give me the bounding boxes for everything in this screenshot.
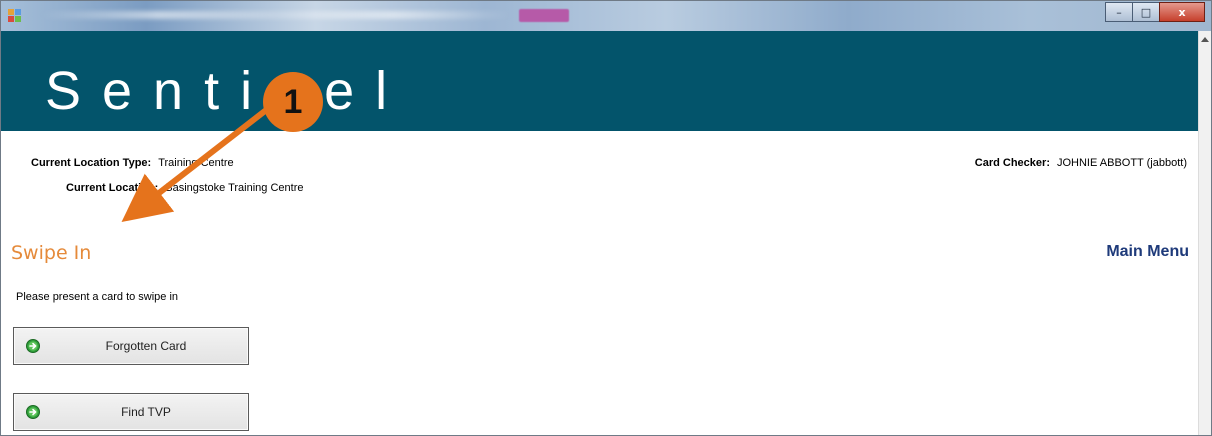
application-window: – □ x Sentinel Current Location Type: Tra… — [0, 0, 1212, 436]
annotation-marker-number: 1 — [283, 83, 303, 121]
forgotten-card-label: Forgotten Card — [105, 339, 187, 353]
find-tvp-label: Find TVP — [121, 405, 171, 419]
brand-logo-text: Sentinel — [45, 61, 409, 121]
scroll-up-arrow-icon[interactable] — [1201, 37, 1209, 42]
card-checker-label: Card Checker: — [974, 157, 1050, 169]
window-title-tag-obscured — [519, 9, 569, 22]
maximize-button[interactable]: □ — [1132, 2, 1160, 22]
window-title-obscured — [41, 11, 511, 19]
forgotten-card-button[interactable]: Forgotten Card — [13, 327, 249, 365]
location-label: Current Location: — [66, 182, 159, 194]
swipe-prompt-text: Please present a card to swipe in — [16, 291, 179, 303]
page-title: Swipe In — [11, 242, 92, 264]
location-value: Basingstoke Training Centre — [165, 182, 304, 194]
card-checker-value: JOHNIE ABBOTT (jabbott) — [1056, 157, 1187, 169]
main-menu-link[interactable]: Main Menu — [1106, 243, 1189, 261]
vertical-scrollbar[interactable] — [1198, 31, 1211, 435]
location-type-row: Current Location Type: Training Centre — [31, 157, 234, 169]
window-controls: – □ x — [1105, 2, 1205, 22]
app-icon — [8, 9, 21, 22]
find-tvp-button[interactable]: Find TVP — [13, 393, 249, 431]
location-type-value: Training Centre — [158, 157, 234, 169]
location-row: Current Location: Basingstoke Training Ce… — [66, 182, 303, 194]
card-checker-row: Card Checker: JOHNIE ABBOTT (jabbott) — [975, 157, 1187, 169]
close-button[interactable]: x — [1159, 2, 1205, 22]
location-type-label: Current Location Type: — [31, 157, 152, 169]
header-banner: Sentinel — [1, 31, 1199, 131]
minimize-button[interactable]: – — [1105, 2, 1133, 22]
title-bar: – □ x — [1, 1, 1211, 31]
